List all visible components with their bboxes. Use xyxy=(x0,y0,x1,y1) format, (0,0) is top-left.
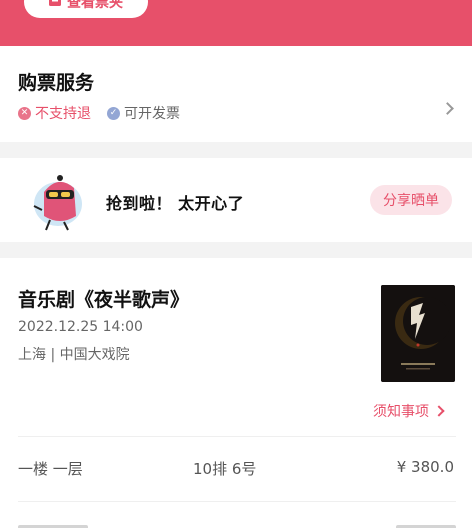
view-tickets-label: 查看票夹 xyxy=(67,0,123,11)
show-datetime: 2022.12.25 14:00 xyxy=(18,319,143,335)
share-card: 抢到啦！ 太开心了 分享晒单 xyxy=(0,158,472,242)
check-circle-icon: ✓ xyxy=(107,106,120,120)
ticket-seat: 10排 6号 xyxy=(193,460,257,478)
show-poster-image[interactable] xyxy=(381,285,455,382)
service-item-no-refund: ✕ 不支持退 xyxy=(18,103,91,123)
ticket-price: ¥ 380.0 xyxy=(396,458,454,476)
ticket-area: 一楼 一层 xyxy=(18,460,83,478)
ticket-row: 一楼 一层 10排 6号 ¥ 380.0 xyxy=(0,458,472,480)
view-tickets-button[interactable]: 查看票夹 xyxy=(24,0,148,18)
service-item-label: 不支持退 xyxy=(35,106,91,122)
mascot-illustration xyxy=(33,175,82,231)
service-item-invoice: ✓ 可开发票 xyxy=(107,103,180,123)
share-order-button[interactable]: 分享晒单 xyxy=(370,185,452,215)
clipped-row xyxy=(18,522,456,528)
ticket-icon xyxy=(49,0,61,6)
divider xyxy=(18,501,456,502)
divider xyxy=(18,436,456,437)
purchase-service-card[interactable]: 购票服务 ✕ 不支持退 ✓ 可开发票 xyxy=(0,46,472,142)
chevron-right-icon[interactable] xyxy=(441,102,454,115)
service-title: 购票服务 xyxy=(18,72,95,94)
notice-label: 须知事项 xyxy=(373,404,429,420)
service-item-label: 可开发票 xyxy=(124,106,180,122)
show-venue: 上海 | 中国大戏院 xyxy=(18,347,130,363)
share-message: 抢到啦！ 太开心了 xyxy=(106,194,245,213)
x-circle-icon: ✕ xyxy=(18,106,31,120)
show-detail-card: 音乐剧《夜半歌声》 2022.12.25 14:00 上海 | 中国大戏院 须知… xyxy=(0,258,472,528)
chevron-right-icon xyxy=(433,405,445,417)
show-title: 音乐剧《夜半歌声》 xyxy=(18,289,190,311)
service-items: ✕ 不支持退 ✓ 可开发票 xyxy=(18,103,196,123)
notice-link[interactable]: 须知事项 xyxy=(373,401,445,421)
top-banner: 查看票夹 xyxy=(0,0,472,46)
